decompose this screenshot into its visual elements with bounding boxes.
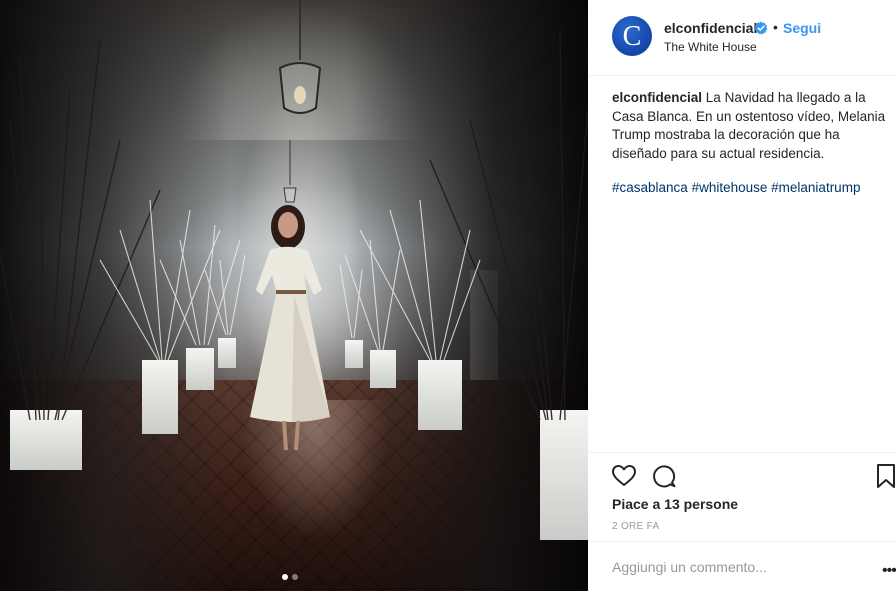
post-caption: elconfidencial La Navidad ha llegado a l…: [612, 89, 892, 163]
carousel-indicator: [282, 574, 298, 580]
avatar-letter: C: [622, 21, 642, 52]
more-options-icon[interactable]: •••: [882, 562, 896, 580]
post-timestamp[interactable]: 2 ORE FA: [612, 521, 659, 532]
hashtag-link[interactable]: #casablanca: [612, 180, 688, 195]
photo-woman: [250, 205, 330, 451]
hashtag-link[interactable]: #whitehouse: [692, 180, 768, 195]
heart-icon[interactable]: [611, 463, 637, 489]
hashtag-link[interactable]: #melaniatrump: [771, 180, 860, 195]
carousel-dot: [292, 574, 298, 580]
comment-box: •••: [588, 541, 896, 591]
bookmark-icon[interactable]: [876, 463, 896, 489]
verified-badge-icon: [754, 21, 768, 35]
follow-button[interactable]: Segui: [783, 20, 821, 36]
photo-lantern: [278, 0, 322, 114]
comment-bubble-icon[interactable]: [651, 463, 677, 489]
likes-count[interactable]: Piace a 13 persone: [612, 496, 738, 512]
post-side-panel: C elconfidencial • Segui The White House…: [588, 0, 896, 591]
caption-hashtags: #casablanca #whitehouse #melaniatrump: [612, 179, 892, 197]
comment-input[interactable]: [612, 556, 852, 578]
post-header: C elconfidencial • Segui The White House: [588, 0, 896, 76]
header-username[interactable]: elconfidencial: [664, 20, 757, 36]
post-location[interactable]: The White House: [664, 40, 757, 54]
header-separator: •: [773, 19, 778, 35]
avatar[interactable]: C: [612, 16, 652, 56]
caption-username[interactable]: elconfidencial: [612, 90, 702, 105]
post-photo[interactable]: [0, 0, 588, 591]
post-actions: Piace a 13 persone 2 ORE FA •••: [588, 452, 896, 591]
carousel-dot-active: [282, 574, 288, 580]
